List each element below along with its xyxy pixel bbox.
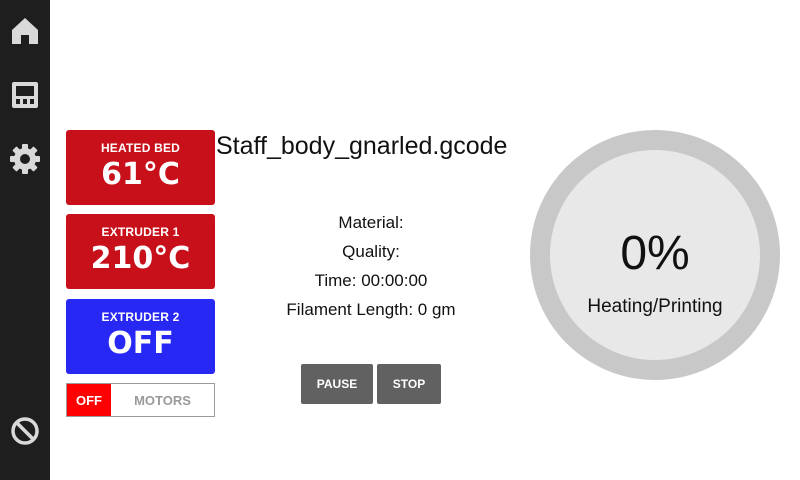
file-name: Staff_body_gnarled.gcode (216, 132, 508, 160)
heated-bed-label: HEATED BED (100, 141, 181, 155)
extruder-2-label: EXTRUDER 2 (101, 310, 180, 324)
extruder-2-temp: OFF (107, 326, 174, 361)
job-info: Material: Quality: Time: 00:00:00 Filame… (256, 210, 486, 326)
gear-icon[interactable] (6, 140, 44, 178)
progress-ring: 0% Heating/Printing (530, 130, 780, 380)
extruder-1-temp: 210°C (90, 241, 191, 276)
sidebar (0, 0, 50, 480)
stop-button[interactable]: STOP (377, 364, 441, 404)
heated-bed-temp: 61°C (101, 157, 180, 192)
extruder-1-label: EXTRUDER 1 (101, 225, 180, 239)
progress-status: Heating/Printing (587, 296, 723, 317)
time-text: Time: 00:00:00 (314, 271, 428, 290)
motors-toggle[interactable]: OFF MOTORS (66, 383, 215, 417)
material-text: Material: (338, 213, 404, 232)
progress-inner: 0% Heating/Printing (550, 150, 760, 360)
extruder-2-panel[interactable]: EXTRUDER 2 OFF (66, 299, 215, 374)
progress-percent: 0% (620, 227, 690, 280)
pause-button[interactable]: PAUSE (301, 364, 373, 404)
motors-state: OFF (67, 384, 111, 416)
filament-text: Filament Length: 0 gm (286, 300, 456, 319)
quality-text: Quality: (342, 242, 400, 261)
home-icon[interactable] (6, 12, 44, 50)
extruder-1-panel[interactable]: EXTRUDER 1 210°C (66, 214, 215, 289)
cancel-icon[interactable] (6, 412, 44, 450)
motors-label: MOTORS (134, 392, 191, 408)
display-icon[interactable] (6, 76, 44, 114)
heated-bed-panel[interactable]: HEATED BED 61°C (66, 130, 215, 205)
